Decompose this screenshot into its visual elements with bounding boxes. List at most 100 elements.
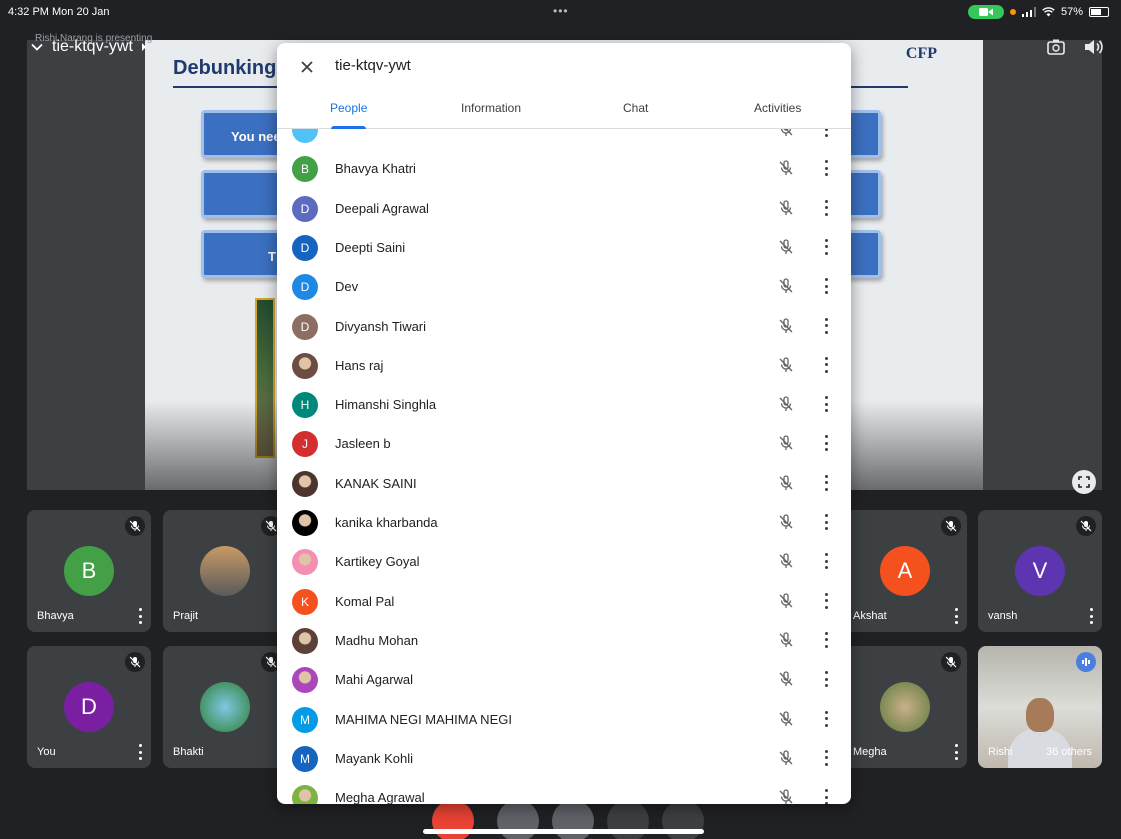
- person-name: Hans raj: [335, 357, 384, 373]
- tab-chat[interactable]: Chat: [623, 101, 648, 115]
- more-options-icon[interactable]: [823, 238, 829, 255]
- mic-off-icon: [777, 395, 795, 413]
- more-options-icon[interactable]: [1088, 608, 1094, 624]
- person-name: KANAK SAINI: [335, 475, 417, 491]
- close-button[interactable]: [297, 57, 317, 77]
- avatar: H: [292, 392, 318, 419]
- rishi-head: [1026, 698, 1054, 732]
- more-options-icon[interactable]: [823, 129, 829, 137]
- person-row[interactable]: H Himanshi Singhla: [277, 385, 851, 424]
- speaker-icon[interactable]: [1081, 36, 1103, 58]
- participant-tile-prajit[interactable]: Prajit: [163, 510, 287, 632]
- person-row[interactable]: [277, 129, 851, 149]
- dialog-header: tie-ktqv-ywt: [277, 43, 851, 91]
- battery-icon: [1089, 7, 1109, 17]
- person-row[interactable]: kanika kharbanda: [277, 503, 851, 542]
- people-list[interactable]: B Bhavya Khatri D Deepali Agrawal D Deepti Sa…: [277, 129, 851, 804]
- person-name: kanika kharbanda: [335, 515, 438, 530]
- participant-tile-bhakti[interactable]: Bhakti: [163, 646, 287, 768]
- participant-tile-bhavya[interactable]: B Bhavya: [27, 510, 151, 632]
- more-options-icon[interactable]: [823, 749, 829, 766]
- person-row[interactable]: D Divyansh Tiwari: [277, 307, 851, 346]
- dialog-title: tie-ktqv-ywt: [335, 57, 411, 74]
- participant-tile-you[interactable]: D You: [27, 646, 151, 768]
- person-row[interactable]: D Deepali Agrawal: [277, 189, 851, 228]
- mic-off-icon: [777, 552, 795, 570]
- avatar: D: [292, 195, 318, 222]
- more-options-icon[interactable]: [823, 514, 829, 530]
- more-options-icon[interactable]: [823, 199, 829, 216]
- mic-off-icon: [777, 592, 795, 610]
- more-options-icon[interactable]: [137, 744, 143, 760]
- more-options-icon[interactable]: [823, 435, 829, 452]
- person-name: Bhavya Khatri: [335, 161, 416, 177]
- more-options-icon[interactable]: [823, 356, 829, 373]
- more-options-icon[interactable]: [823, 789, 829, 804]
- more-options-icon[interactable]: [823, 160, 829, 177]
- fullscreen-icon: [1078, 476, 1090, 488]
- more-options-icon[interactable]: [823, 317, 829, 334]
- status-bar: 4:32 PM Mon 20 Jan ••• 57%: [0, 0, 1121, 24]
- tab-people[interactable]: People: [330, 101, 367, 115]
- avatar: [292, 129, 318, 143]
- avatar: M: [292, 745, 318, 772]
- avatar-photo: [292, 549, 318, 576]
- fullscreen-button[interactable]: [1072, 470, 1096, 494]
- person-row[interactable]: M MAHIMA NEGI MAHIMA NEGI: [277, 700, 851, 739]
- more-options-icon[interactable]: [823, 710, 829, 727]
- tile-name: You: [37, 746, 56, 758]
- multitask-dots[interactable]: •••: [553, 4, 569, 18]
- person-row[interactable]: Madhu Mohan: [277, 621, 851, 660]
- avatar-photo: [200, 546, 250, 596]
- tab-activities[interactable]: Activities: [754, 101, 801, 115]
- mic-off-icon: [777, 356, 795, 374]
- speaking-indicator-icon: [1076, 652, 1096, 672]
- avatar-photo: [880, 682, 930, 732]
- more-options-icon[interactable]: [823, 592, 829, 609]
- participant-tile-akshat[interactable]: A Akshat: [843, 510, 967, 632]
- participant-tile-megha[interactable]: Megha: [843, 646, 967, 768]
- person-row[interactable]: K Komal Pal: [277, 582, 851, 621]
- person-row[interactable]: D Deepti Saini: [277, 228, 851, 267]
- more-options-icon[interactable]: [137, 608, 143, 624]
- muted-icon: [125, 652, 145, 672]
- person-row[interactable]: D Dev: [277, 267, 851, 306]
- mic-off-icon: [777, 710, 795, 728]
- avatar: V: [1015, 546, 1065, 596]
- person-row[interactable]: M Mayank Kohli: [277, 739, 851, 778]
- avatar: M: [292, 706, 318, 733]
- person-row[interactable]: KANAK SAINI: [277, 464, 851, 503]
- tile-name: Bhakti: [173, 746, 204, 758]
- switch-camera-icon[interactable]: [1045, 36, 1067, 58]
- close-icon: [301, 61, 313, 73]
- chevron-down-icon[interactable]: [30, 40, 44, 54]
- signal-icon: [1021, 7, 1036, 17]
- mic-off-icon: [777, 277, 795, 295]
- more-options-icon[interactable]: [823, 278, 829, 295]
- participant-tile-rishi[interactable]: Rishi 36 others: [978, 646, 1102, 768]
- slide-box-1-text: You nee: [231, 129, 281, 144]
- person-row[interactable]: Hans raj: [277, 346, 851, 385]
- person-row[interactable]: J Jasleen b: [277, 424, 851, 463]
- more-options-icon[interactable]: [823, 631, 829, 648]
- person-row[interactable]: Mahi Agarwal: [277, 660, 851, 699]
- others-count[interactable]: 36 others: [1046, 746, 1092, 758]
- person-row[interactable]: Kartikey Goyal: [277, 542, 851, 581]
- more-options-icon[interactable]: [953, 744, 959, 760]
- participant-tile-vansh[interactable]: V vansh: [978, 510, 1102, 632]
- tab-information[interactable]: Information: [461, 101, 521, 115]
- avatar: D: [292, 313, 318, 340]
- meeting-title[interactable]: tie-ktqv-ywt: [30, 38, 147, 56]
- more-options-icon[interactable]: [823, 396, 829, 413]
- tile-name: Prajit: [173, 610, 199, 622]
- home-indicator[interactable]: [423, 829, 704, 834]
- more-options-icon[interactable]: [953, 608, 959, 624]
- person-row[interactable]: B Bhavya Khatri: [277, 149, 851, 188]
- mic-off-icon: [777, 317, 795, 335]
- more-options-icon[interactable]: [823, 553, 829, 570]
- person-row[interactable]: Megha Agrawal: [277, 778, 851, 804]
- muted-icon: [941, 652, 961, 672]
- muted-icon: [941, 516, 961, 536]
- more-options-icon[interactable]: [823, 474, 829, 491]
- more-options-icon[interactable]: [823, 671, 829, 688]
